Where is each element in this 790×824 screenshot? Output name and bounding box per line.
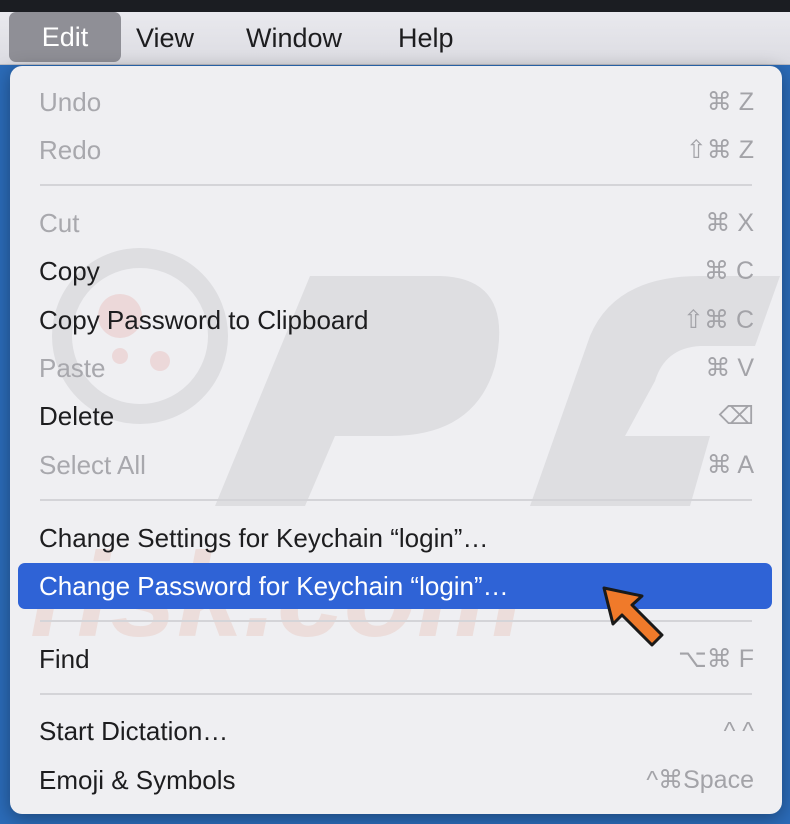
- menu-item-undo[interactable]: Undo ⌘ Z: [18, 80, 772, 124]
- menu-item-emoji-symbols[interactable]: Emoji & Symbols ^⌘Space: [18, 758, 772, 802]
- menubar-view[interactable]: View: [136, 12, 194, 64]
- shortcut-label: ⌘ X: [705, 209, 754, 237]
- menu-separator: [40, 693, 752, 695]
- shortcut-label: ⌘ V: [705, 354, 754, 382]
- menu-item-redo[interactable]: Redo ⇧⌘ Z: [18, 128, 772, 172]
- watermark-logo: risk.com: [30, 248, 780, 662]
- shortcut-label: ^ ^: [723, 717, 754, 745]
- menu-item-label: Undo: [39, 87, 102, 117]
- menu-separator: [40, 184, 752, 186]
- menu-item-label: Change Settings for Keychain “login”…: [39, 523, 489, 553]
- menu-item-change-settings-keychain[interactable]: Change Settings for Keychain “login”…: [18, 516, 772, 560]
- menu-item-select-all[interactable]: Select All ⌘ A: [18, 443, 772, 487]
- shortcut-label: ⌘ C: [704, 257, 754, 285]
- menu-item-label: Emoji & Symbols: [39, 765, 236, 795]
- shortcut-label: ^⌘Space: [646, 766, 754, 794]
- edit-menu-dropdown: risk.com Undo ⌘ Z Redo ⇧⌘ Z Cut ⌘ X Copy…: [10, 66, 782, 814]
- menu-item-label: Change Password for Keychain “login”…: [39, 571, 509, 601]
- shortcut-label: ⌥⌘ F: [677, 645, 754, 673]
- delete-key-icon: ⌫: [718, 402, 754, 430]
- menu-item-cut[interactable]: Cut ⌘ X: [18, 201, 772, 245]
- menu-item-start-dictation[interactable]: Start Dictation… ^ ^: [18, 709, 772, 753]
- menubar-window[interactable]: Window: [246, 12, 342, 64]
- menu-item-label: Copy Password to Clipboard: [39, 305, 369, 335]
- menu-item-copy[interactable]: Copy ⌘ C: [18, 249, 772, 293]
- menu-item-label: Delete: [39, 401, 115, 431]
- shortcut-label: ⌘ A: [706, 451, 754, 479]
- shortcut-label: ⇧⌘ C: [683, 306, 754, 334]
- menubar-edit[interactable]: Edit: [9, 12, 121, 62]
- menu-item-copy-password[interactable]: Copy Password to Clipboard ⇧⌘ C: [18, 298, 772, 342]
- menu-item-label: Copy: [39, 256, 100, 286]
- menu-item-label: Select All: [39, 450, 146, 480]
- shortcut-label: ⌘ Z: [706, 88, 754, 116]
- menu-bar: Edit View Window Help: [0, 12, 790, 65]
- menu-item-label: Cut: [39, 208, 80, 238]
- menu-item-label: Find: [39, 644, 90, 674]
- arrow-pointer-icon: [602, 586, 664, 647]
- menubar-help[interactable]: Help: [398, 12, 454, 64]
- menu-item-label: Paste: [39, 353, 106, 383]
- menu-item-paste[interactable]: Paste ⌘ V: [18, 346, 772, 390]
- menu-item-delete[interactable]: Delete ⌫: [18, 394, 772, 438]
- menu-separator: [40, 499, 752, 501]
- menu-item-label: Redo: [39, 135, 102, 165]
- shortcut-label: ⇧⌘ Z: [685, 136, 754, 164]
- menu-item-label: Start Dictation…: [39, 716, 229, 746]
- screen-top-strip: [0, 0, 790, 12]
